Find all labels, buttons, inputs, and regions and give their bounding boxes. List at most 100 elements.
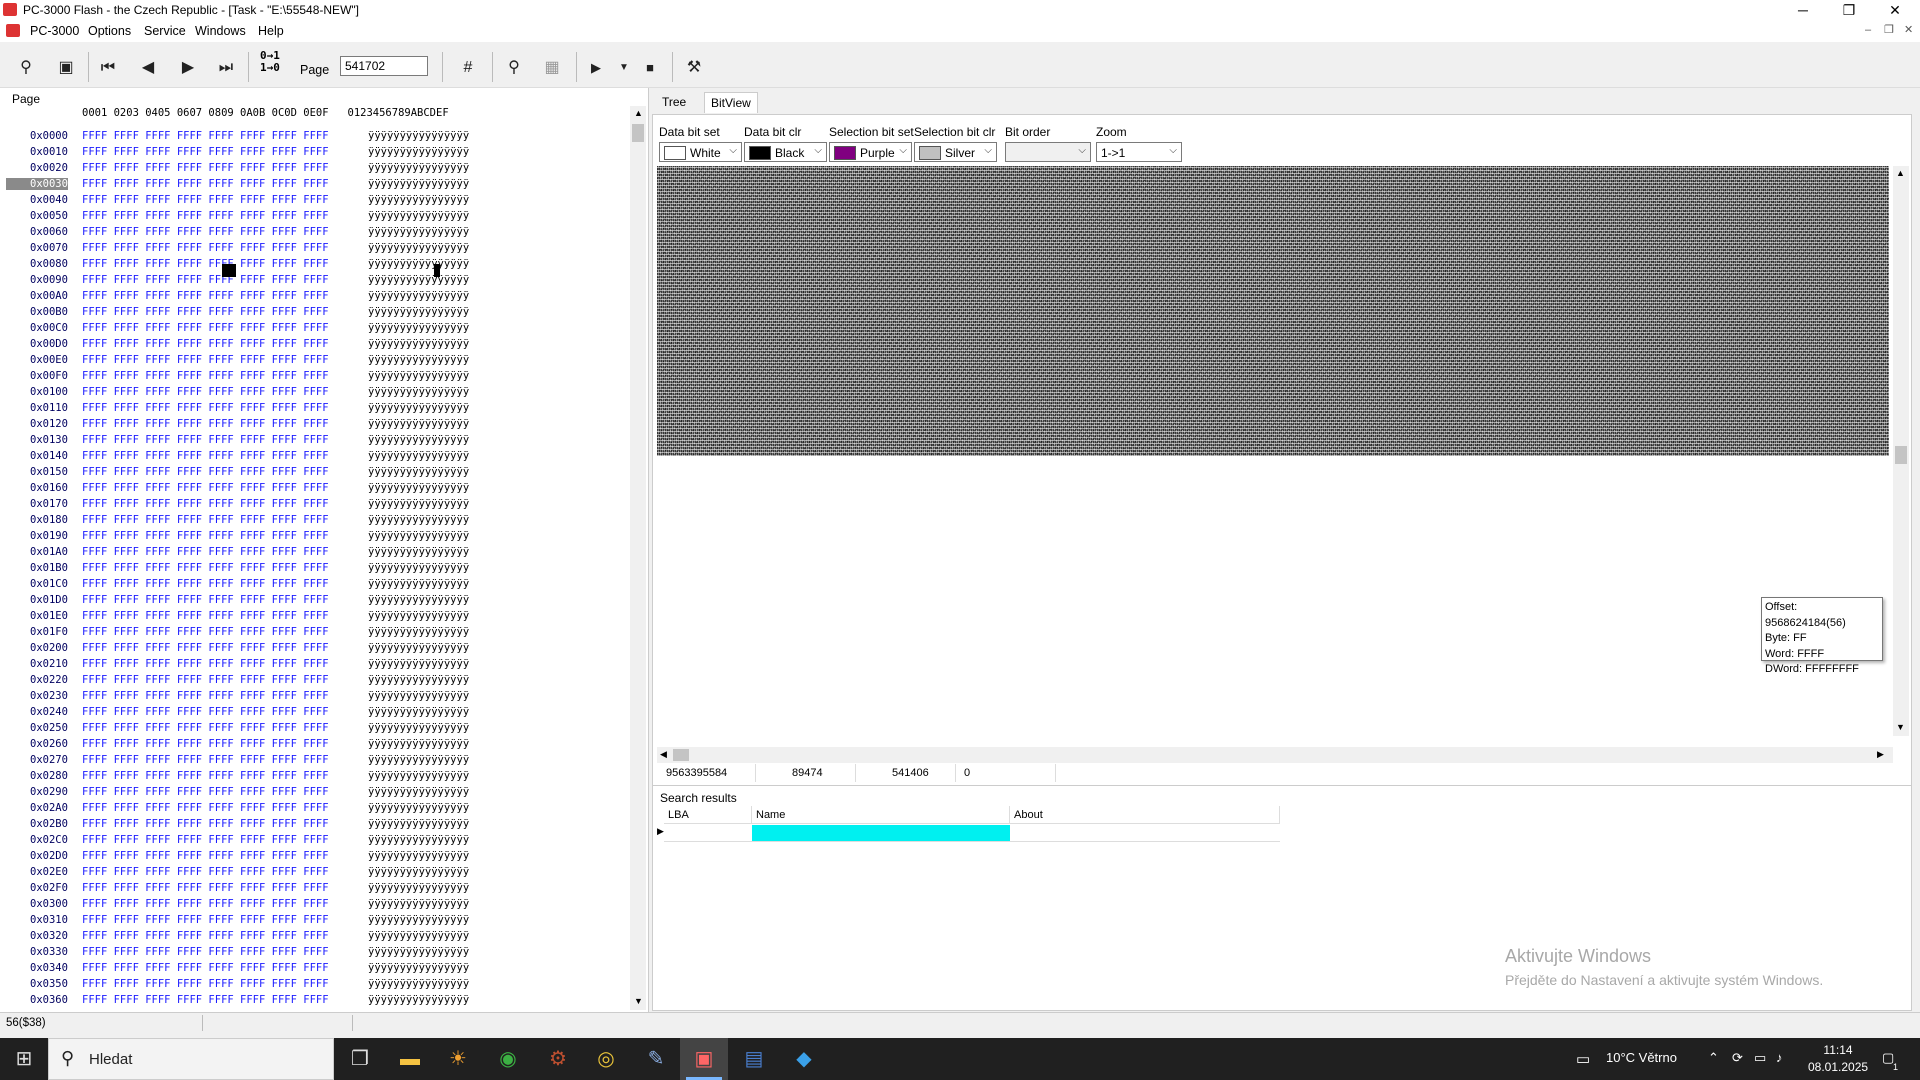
hex-row[interactable]: 0x0160 FFFF FFFF FFFF FFFF FFFF FFFF FFFF… <box>0 480 630 496</box>
chevron-down-icon[interactable]: ⌵ <box>1078 145 1086 156</box>
hex-row-words[interactable]: FFFF FFFF FFFF FFFF FFFF FFFF FFFF FFFF <box>82 146 329 158</box>
hex-row-ascii[interactable]: ÿÿÿÿÿÿÿÿÿÿÿÿÿÿÿÿ <box>368 226 469 238</box>
hex-row[interactable]: 0x0270 FFFF FFFF FFFF FFFF FFFF FFFF FFFF… <box>0 752 630 768</box>
hex-row[interactable]: 0x0230 FFFF FFFF FFFF FFFF FFFF FFFF FFFF… <box>0 688 630 704</box>
hex-row-ascii[interactable]: ÿÿÿÿÿÿÿÿÿÿÿÿÿÿÿÿ <box>368 450 469 462</box>
hex-row-words[interactable]: FFFF FFFF FFFF FFFF FFFF FFFF FFFF FFFF <box>82 242 329 254</box>
file-explorer-icon[interactable]: ▬ <box>386 1038 434 1080</box>
grid-hash-icon[interactable]: # <box>456 56 480 80</box>
hex-row-words[interactable]: FFFF FFFF FFFF FFFF FFFF FFFF FFFF FFFF <box>82 530 329 542</box>
control-dropdown[interactable]: Black ⌵ <box>744 142 827 162</box>
network-icon[interactable]: ▭ <box>1754 1050 1766 1066</box>
column-header-lba[interactable]: LBA <box>664 806 752 824</box>
hex-row[interactable]: 0x0020 FFFF FFFF FFFF FFFF FFFF FFFF FFFF… <box>0 160 630 176</box>
hex-row[interactable]: 0x00A0 FFFF FFFF FFFF FFFF FFFF FFFF FFFF… <box>0 288 630 304</box>
hex-row[interactable]: 0x0060 FFFF FFFF FFFF FFFF FFFF FFFF FFFF… <box>0 224 630 240</box>
search-icon[interactable]: ⚲ <box>502 56 526 80</box>
hex-row[interactable]: 0x0250 FFFF FFFF FFFF FFFF FFFF FFFF FFFF… <box>0 720 630 736</box>
hex-row-ascii[interactable]: ÿÿÿÿÿÿÿÿÿÿÿÿÿÿÿÿ <box>368 370 469 382</box>
page-input[interactable] <box>340 56 428 76</box>
hex-row[interactable]: 0x0210 FFFF FFFF FFFF FFFF FFFF FFFF FFFF… <box>0 656 630 672</box>
hex-row-words[interactable]: FFFF FFFF FFFF FFFF FFFF FFFF FFFF FFFF <box>82 562 329 574</box>
hex-row-ascii[interactable]: ÿÿÿÿÿÿÿÿÿÿÿÿÿÿÿÿ <box>368 882 469 894</box>
hex-row-ascii[interactable]: ÿÿÿÿÿÿÿÿÿÿÿÿÿÿÿÿ <box>368 850 469 862</box>
app-green-icon[interactable]: ◉ <box>484 1038 532 1080</box>
hex-row-words[interactable]: FFFF FFFF FFFF FFFF FFFF FFFF FFFF FFFF <box>82 642 329 654</box>
hex-row-words[interactable]: FFFF FFFF FFFF FFFF FFFF FFFF FFFF FFFF <box>82 130 329 142</box>
hex-row-ascii[interactable]: ÿÿÿÿÿÿÿÿÿÿÿÿÿÿÿÿ <box>368 562 469 574</box>
hex-row[interactable]: 0x0290 FFFF FFFF FFFF FFFF FFFF FFFF FFFF… <box>0 784 630 800</box>
hex-row[interactable]: 0x0120 FFFF FFFF FFFF FFFF FFFF FFFF FFFF… <box>0 416 630 432</box>
hex-row-words[interactable]: FFFF FFFF FFFF FFFF FFFF FFFF FFFF FFFF <box>82 578 329 590</box>
hex-row-ascii[interactable]: ÿÿÿÿÿÿÿÿÿÿÿÿÿÿÿÿ <box>368 386 469 398</box>
hex-row-words[interactable]: FFFF FFFF FFFF FFFF FFFF FFFF FFFF FFFF <box>82 434 329 446</box>
hex-row-ascii[interactable]: ÿÿÿÿÿÿÿÿÿÿÿÿÿÿÿÿ <box>368 178 469 190</box>
hex-row-ascii[interactable]: ÿÿÿÿÿÿÿÿÿÿÿÿÿÿÿÿ <box>368 306 469 318</box>
hex-row-words[interactable]: FFFF FFFF FFFF FFFF FFFF FFFF FFFF FFFF <box>82 514 329 526</box>
hex-row[interactable]: 0x0300 FFFF FFFF FFFF FFFF FFFF FFFF FFFF… <box>0 896 630 912</box>
hex-row-words[interactable]: FFFF FFFF FFFF FFFF FFFF FFFF FFFF FFFF <box>82 850 329 862</box>
hex-row-words[interactable]: FFFF FFFF FFFF FFFF FFFF FFFF FFFF FFFF <box>82 466 329 478</box>
hex-row[interactable]: 0x0130 FFFF FFFF FFFF FFFF FFFF FFFF FFFF… <box>0 432 630 448</box>
hex-row[interactable]: 0x01D0 FFFF FFFF FFFF FFFF FFFF FFFF FFFF… <box>0 592 630 608</box>
dropdown-arrow-icon[interactable]: ▼ <box>612 56 636 80</box>
hex-row-words[interactable]: FFFF FFFF FFFF FFFF FFFF FFFF FFFF FFFF <box>82 770 329 782</box>
hex-row-words[interactable]: FFFF FFFF FFFF FFFF FFFF FFFF FFFF FFFF <box>82 226 329 238</box>
column-header-about[interactable]: About <box>1010 806 1280 824</box>
chrome-icon[interactable]: ◎ <box>582 1038 630 1080</box>
taskbar-search[interactable]: ⚲ Hledat <box>48 1038 334 1080</box>
hex-row[interactable]: 0x00F0 FFFF FFFF FFFF FFFF FFFF FFFF FFFF… <box>0 368 630 384</box>
app-sun-icon[interactable]: ☀ <box>434 1038 482 1080</box>
menu-item-options[interactable]: Options <box>88 24 131 38</box>
binoculars-icon[interactable]: ⚲ <box>14 56 38 80</box>
hex-row-words[interactable]: FFFF FFFF FFFF FFFF FFFF FFFF FFFF FFFF <box>82 194 329 206</box>
hex-row-ascii[interactable]: ÿÿÿÿÿÿÿÿÿÿÿÿÿÿÿÿ <box>368 210 469 222</box>
hex-row-ascii[interactable]: ÿÿÿÿÿÿÿÿÿÿÿÿÿÿÿÿ <box>368 802 469 814</box>
scroll-down-arrow-icon[interactable]: ▼ <box>634 996 643 1006</box>
hex-row[interactable]: 0x0350 FFFF FFFF FFFF FFFF FFFF FFFF FFFF… <box>0 976 630 992</box>
scroll-down-arrow-icon[interactable]: ▼ <box>1896 722 1905 732</box>
scroll-right-arrow-icon[interactable]: ▶ <box>1877 749 1884 760</box>
hex-row[interactable]: 0x0090 FFFF FFFF FFFF FFFF FFFF FFFF FFFF… <box>0 272 630 288</box>
hex-row[interactable]: 0x01A0 FFFF FFFF FFFF FFFF FFFF FFFF FFFF… <box>0 544 630 560</box>
hex-row-words[interactable]: FFFF FFFF FFFF FFFF FFFF FFFF FFFF FFFF <box>82 978 329 990</box>
hex-row-words[interactable]: FFFF FFFF FFFF FFFF FFFF FFFF FFFF FFFF <box>82 690 329 702</box>
hex-row-ascii[interactable]: ÿÿÿÿÿÿÿÿÿÿÿÿÿÿÿÿ <box>368 402 469 414</box>
hex-row-ascii[interactable]: ÿÿÿÿÿÿÿÿÿÿÿÿÿÿÿÿ <box>368 834 469 846</box>
stop-icon[interactable]: ■ <box>638 56 662 80</box>
hex-row-words[interactable]: FFFF FFFF FFFF FFFF FFFF FFFF FFFF FFFF <box>82 178 329 190</box>
hex-row-words[interactable]: FFFF FFFF FFFF FFFF FFFF FFFF FFFF FFFF <box>82 674 329 686</box>
hex-row-ascii[interactable]: ÿÿÿÿÿÿÿÿÿÿÿÿÿÿÿÿ <box>368 914 469 926</box>
scroll-up-arrow-icon[interactable]: ▲ <box>1896 168 1905 178</box>
hex-row-ascii[interactable]: ÿÿÿÿÿÿÿÿÿÿÿÿÿÿÿÿ <box>368 866 469 878</box>
hex-row-words[interactable]: FFFF FFFF FFFF FFFF FFFF FFFF FFFF FFFF <box>82 418 329 430</box>
scroll-left-arrow-icon[interactable]: ◀ <box>660 749 667 760</box>
hex-row-words[interactable]: FFFF FFFF FFFF FFFF FFFF FFFF FFFF FFFF <box>82 722 329 734</box>
hex-row-words[interactable]: FFFF FFFF FFFF FFFF FFFF FFFF FFFF FFFF <box>82 802 329 814</box>
hex-row-words[interactable]: FFFF FFFF FFFF FFFF FFFF FFFF FFFF FFFF <box>82 866 329 878</box>
hex-row[interactable]: 0x0240 FFFF FFFF FFFF FFFF FFFF FFFF FFFF… <box>0 704 630 720</box>
hex-row-ascii[interactable]: ÿÿÿÿÿÿÿÿÿÿÿÿÿÿÿÿ <box>368 258 469 270</box>
chevron-down-icon[interactable]: ⌵ <box>984 145 992 156</box>
hex-row-words[interactable]: FFFF FFFF FFFF FFFF FFFF FFFF FFFF FFFF <box>82 626 329 638</box>
hex-row-words[interactable]: FFFF FFFF FFFF FFFF FFFF FFFF FFFF FFFF <box>82 162 329 174</box>
hex-row-ascii[interactable]: ÿÿÿÿÿÿÿÿÿÿÿÿÿÿÿÿ <box>368 578 469 590</box>
hex-row-ascii[interactable]: ÿÿÿÿÿÿÿÿÿÿÿÿÿÿÿÿ <box>368 274 469 286</box>
hex-row-words[interactable]: FFFF FFFF FFFF FFFF FFFF FFFF FFFF FFFF <box>82 370 329 382</box>
hex-row[interactable]: 0x0180 FFFF FFFF FFFF FFFF FFFF FFFF FFFF… <box>0 512 630 528</box>
hex-row[interactable]: 0x0000 FFFF FFFF FFFF FFFF FFFF FFFF FFFF… <box>0 128 630 144</box>
hex-scroll-thumb[interactable] <box>632 124 644 142</box>
hex-row-ascii[interactable]: ÿÿÿÿÿÿÿÿÿÿÿÿÿÿÿÿ <box>368 498 469 510</box>
chevron-down-icon[interactable]: ⌵ <box>729 145 737 156</box>
bit-flip-icon[interactable]: 0→1 1→0 <box>260 50 280 74</box>
hex-row[interactable]: 0x0170 FFFF FFFF FFFF FFFF FFFF FFFF FFFF… <box>0 496 630 512</box>
hex-row-words[interactable]: FFFF FFFF FFFF FFFF FFFF FFFF FFFF FFFF <box>82 930 329 942</box>
hex-row[interactable]: 0x00E0 FFFF FFFF FFFF FFFF FFFF FFFF FFFF… <box>0 352 630 368</box>
save-disk-icon[interactable]: ▤ <box>730 1038 778 1080</box>
hex-row-words[interactable]: FFFF FFFF FFFF FFFF FFFF FFFF FFFF FFFF <box>82 962 329 974</box>
hex-row-ascii[interactable]: ÿÿÿÿÿÿÿÿÿÿÿÿÿÿÿÿ <box>368 162 469 174</box>
hex-vertical-scrollbar[interactable] <box>630 106 646 1010</box>
hex-row-words[interactable]: FFFF FFFF FFFF FFFF FFFF FFFF FFFF FFFF <box>82 546 329 558</box>
hex-row[interactable]: 0x0140 FFFF FFFF FFFF FFFF FFFF FFFF FFFF… <box>0 448 630 464</box>
hex-row-ascii[interactable]: ÿÿÿÿÿÿÿÿÿÿÿÿÿÿÿÿ <box>368 770 469 782</box>
